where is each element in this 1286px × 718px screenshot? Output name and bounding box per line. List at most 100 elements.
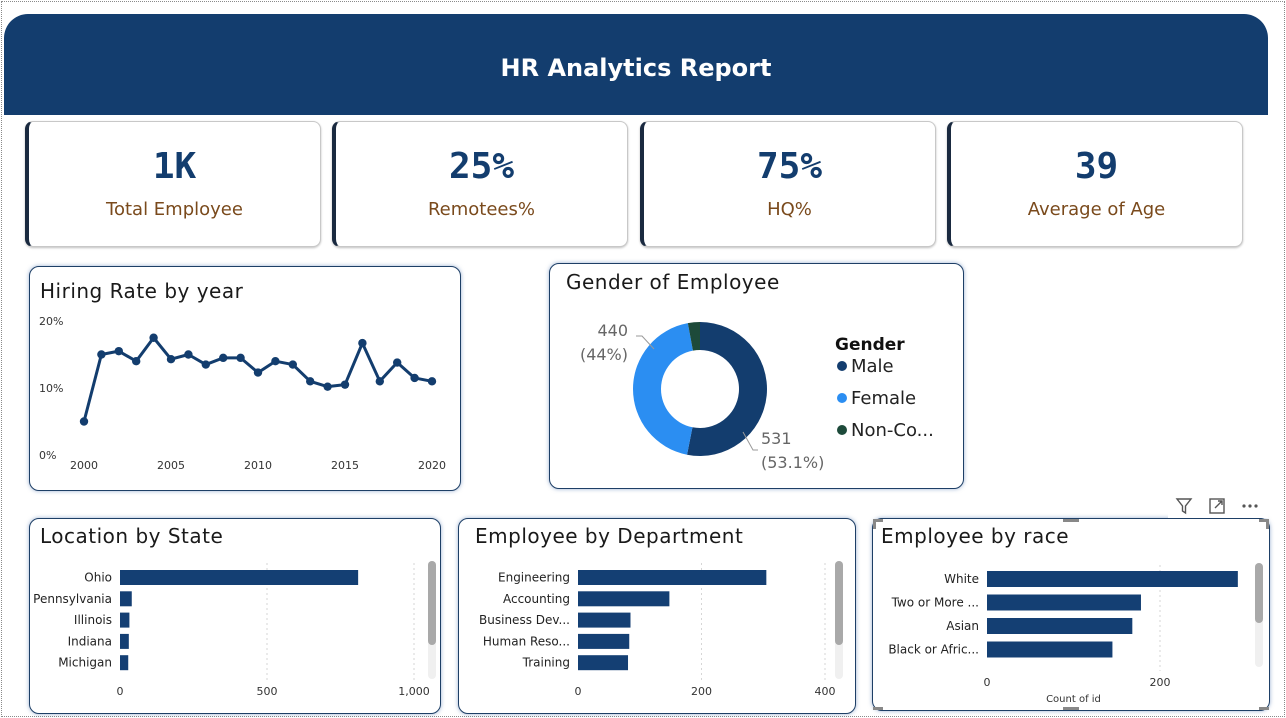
scrollbar-thumb[interactable] [835, 561, 843, 645]
gender-donut-chart: 531 (53.1%) 440 (44%) GenderMale Female Non-Co… [580, 321, 934, 472]
category-label: Engineering [498, 571, 570, 585]
category-label: Two or More ... [891, 596, 979, 610]
data-point [375, 377, 384, 386]
location-visual[interactable]: Location by State 0 500 1,000 Ohio Pennsylva… [29, 518, 441, 714]
data-point [358, 338, 367, 348]
legend-item: Male [851, 356, 894, 377]
legend-item: Female [851, 388, 916, 409]
resize-handle[interactable] [1063, 519, 1079, 522]
focus-mode-icon[interactable] [1205, 494, 1229, 518]
data-point [132, 357, 141, 366]
bar [120, 633, 129, 649]
x-tick-label: 500 [257, 685, 278, 698]
resize-handle[interactable] [873, 707, 883, 710]
data-point [253, 368, 263, 377]
bar [987, 618, 1133, 634]
kpi-card-total-employee[interactable]: 1K Total Employee [25, 121, 321, 247]
bar [120, 655, 129, 671]
x-tick-label: 2015 [331, 459, 359, 472]
department-visual[interactable]: Employee by Department 0 200 400 Engineerin… [458, 518, 856, 714]
x-tick-label: 1,000 [398, 685, 430, 698]
bar [578, 633, 630, 649]
hiring-rate-line-chart: 0% 10% 20% 2000 2005 2010 2015 2020 [39, 315, 446, 472]
x-tick-label: 0 [117, 685, 124, 698]
category-label: Illinois [74, 613, 112, 627]
legend-marker [837, 425, 847, 435]
data-point [184, 350, 193, 359]
bar [578, 612, 631, 628]
filter-icon[interactable] [1172, 494, 1196, 518]
bar [987, 571, 1238, 587]
race-visual[interactable]: Employee by race 0 200 White Two or More ..… [872, 518, 1270, 711]
data-label-percent: (44%) [580, 345, 628, 364]
department-bar-chart: 0 200 400 Engineering Accounting Business Dev… [479, 563, 836, 698]
hiring-rate-visual[interactable]: Hiring Rate by year 0% 10% 20% 2000 2005 2010… [29, 266, 461, 491]
bar [120, 570, 359, 585]
category-label: Indiana [68, 634, 112, 648]
data-point [323, 382, 332, 391]
category-label: Pennsylvania [33, 592, 112, 606]
data-point [306, 377, 315, 386]
data-point [166, 354, 176, 364]
data-point [97, 350, 106, 359]
category-label: Michigan [58, 656, 112, 670]
scrollbar-thumb[interactable] [1255, 563, 1263, 623]
kpi-card-hq[interactable]: 75% HQ% [640, 121, 936, 247]
x-tick-label: 200 [691, 685, 712, 698]
kpi-label: Total Employee [106, 199, 243, 220]
legend-title: Gender [835, 335, 905, 355]
x-tick-label: 0 [984, 676, 991, 689]
kpi-label: Average of Age [1027, 199, 1166, 220]
kpi-card-remotees[interactable]: 25% Remotees% [332, 121, 628, 247]
data-point [393, 358, 402, 367]
data-point [340, 380, 350, 389]
bar [987, 641, 1113, 658]
bar [578, 570, 767, 585]
visual-header-toolbar [1168, 494, 1268, 518]
data-point [79, 417, 89, 426]
kpi-value: 39 [1074, 146, 1119, 187]
kpi-value: 1K [152, 146, 197, 187]
data-point [201, 360, 210, 369]
legend-item: Non-Co... [851, 420, 934, 441]
x-axis-title: Count of id [1046, 694, 1101, 705]
x-tick-label: 0 [575, 685, 582, 698]
kpi-label: HQ% [767, 199, 812, 220]
data-point [114, 346, 124, 356]
kpi-card-average-age[interactable]: 39 Average of Age [947, 121, 1243, 247]
scrollbar-thumb[interactable] [428, 561, 436, 645]
bar [578, 591, 670, 607]
data-point [410, 373, 419, 383]
category-label: Asian [946, 619, 979, 633]
x-tick-label: 400 [815, 685, 836, 698]
data-label-value: 440 [597, 321, 628, 340]
x-tick-label: 2005 [157, 459, 185, 472]
bar [120, 591, 132, 607]
data-point [236, 353, 245, 363]
category-label: Ohio [84, 571, 112, 585]
kpi-value: 25% [448, 146, 515, 187]
data-point [271, 357, 280, 366]
y-tick-label: 20% [39, 315, 63, 328]
data-point [149, 333, 158, 342]
resize-handle[interactable] [1266, 519, 1269, 529]
category-label: Accounting [503, 592, 570, 606]
resize-handle[interactable] [1259, 707, 1269, 710]
y-tick-label: 0% [39, 449, 56, 462]
data-label-percent: (53.1%) [761, 453, 824, 472]
bar [578, 655, 629, 671]
y-tick-label: 10% [39, 382, 63, 395]
data-point [427, 377, 437, 386]
location-bar-chart: 0 500 1,000 Ohio Pennsylvania Illinois Indiana… [33, 563, 430, 698]
x-tick-label: 2000 [70, 459, 98, 472]
category-label: Training [522, 656, 570, 670]
resize-handle[interactable] [873, 519, 876, 529]
gender-visual[interactable]: Gender of Employee 531 (53.1%) 440 (44%) Gen… [549, 263, 964, 489]
data-point [219, 353, 228, 363]
resize-handle[interactable] [1063, 707, 1079, 710]
donut-slice [633, 323, 693, 455]
legend-marker [837, 361, 847, 371]
more-options-icon[interactable] [1238, 494, 1262, 518]
data-label-value: 531 [761, 429, 792, 448]
bar [987, 594, 1141, 611]
